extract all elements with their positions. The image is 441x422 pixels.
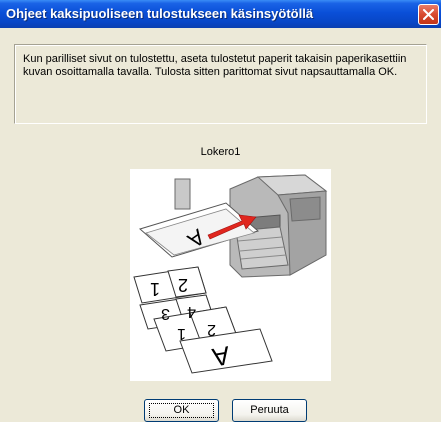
stack-mark-4: 4 bbox=[187, 303, 196, 320]
instructions-text: Kun parilliset sivut on tulostettu, aset… bbox=[23, 53, 407, 78]
stack-mark-2: 2 bbox=[178, 275, 188, 295]
ok-button[interactable]: OK bbox=[144, 399, 219, 422]
close-icon bbox=[423, 9, 434, 20]
tray-label: Lokero1 bbox=[200, 146, 241, 158]
paper-reload-illustration: A 1 2 3 4 1 2 A bbox=[130, 169, 331, 381]
cancel-button[interactable]: Peruuta bbox=[232, 399, 307, 422]
stack-mark-5: 1 bbox=[177, 325, 186, 342]
stack-mark-1: 1 bbox=[150, 279, 160, 299]
window-title: Ohjeet kaksipuoliseen tulostukseen käsin… bbox=[6, 6, 314, 21]
stack-mark-3: 3 bbox=[161, 305, 170, 322]
close-button[interactable] bbox=[418, 4, 439, 25]
cancel-button-label: Peruuta bbox=[250, 404, 289, 416]
title-bar[interactable]: Ohjeet kaksipuoliseen tulostukseen käsin… bbox=[0, 0, 441, 28]
stack-mark-6: 2 bbox=[207, 321, 216, 338]
instructions-panel: Kun parilliset sivut on tulostettu, aset… bbox=[14, 44, 427, 124]
focus-rect bbox=[149, 403, 214, 418]
